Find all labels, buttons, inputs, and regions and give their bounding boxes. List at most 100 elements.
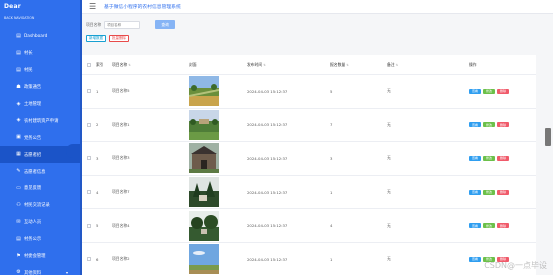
- sidebar-item[interactable]: ▤ 村民: [0, 62, 80, 79]
- sidebar-item[interactable]: ▣ 党务公告: [0, 129, 80, 146]
- row-actions: 查看 修改 删除: [469, 88, 536, 94]
- cell-image: [189, 143, 247, 174]
- edit-button[interactable]: 修改: [483, 88, 495, 94]
- top-header: ☰ 基于微信小程序的农村信息管理系统: [82, 0, 553, 14]
- sidebar-active-indicator: [66, 144, 80, 158]
- row-checkbox[interactable]: [87, 190, 91, 195]
- sort-icon[interactable]: ⇅: [346, 63, 349, 67]
- table-row[interactable]: 4 项目名称7 2024-04-03 15:12:37 1 无 查看 修改 删除: [82, 176, 536, 210]
- delete-button[interactable]: 删除: [497, 88, 509, 94]
- sidebar-item-label: 农村建筑资产申请: [24, 118, 59, 124]
- grid-icon: ▤: [16, 66, 21, 73]
- sidebar-item[interactable]: ▤ 村务公示: [0, 231, 80, 248]
- action-bar: 新增数据 批量删除: [86, 35, 129, 42]
- cell-index: 1: [96, 88, 99, 94]
- view-button[interactable]: 查看: [469, 223, 481, 229]
- query-button[interactable]: 查询: [155, 20, 176, 29]
- cell-note: 无: [387, 222, 391, 228]
- sidebar-item[interactable]: ◈ 农村建筑资产申请: [0, 112, 80, 129]
- delete-button[interactable]: 删除: [497, 122, 509, 128]
- cell-time: 2024-04-03 15:12:37: [247, 155, 288, 161]
- edit-button[interactable]: 修改: [483, 122, 495, 128]
- view-button[interactable]: 查看: [469, 256, 481, 262]
- mail-icon: ✉: [16, 218, 21, 225]
- sidebar-item-label: 党务公告: [24, 135, 42, 141]
- row-checkbox[interactable]: [87, 223, 91, 228]
- col-time[interactable]: 发布时间⇅: [247, 62, 330, 68]
- select-all-checkbox[interactable]: [87, 62, 91, 67]
- sidebar-item[interactable]: ✎ 志愿者信息: [0, 163, 80, 180]
- sidebar-item[interactable]: ⚇ 村民交流记录: [0, 197, 80, 214]
- delete-button[interactable]: 删除: [497, 189, 509, 195]
- cell-count: 1: [330, 256, 333, 262]
- app-window: Dear BACK NAVIGATION ▤ Dashboard ▤ 村长 ▤ 村民 ☗ 政策…: [0, 0, 553, 275]
- cell-time: 2024-04-03 15:12:37: [247, 223, 288, 229]
- cell-image: [189, 244, 247, 275]
- menu-toggle-icon[interactable]: ☰: [89, 2, 99, 12]
- col-note[interactable]: 备注⇅: [387, 62, 469, 68]
- sidebar-item[interactable]: ▤ Dashboard: [0, 28, 80, 45]
- data-table: 索引 项目名称⇅ 封面 发布时间⇅ 报名数量⇅ 备注⇅ 操作 1 项目名称5 202…: [82, 55, 536, 275]
- view-button[interactable]: 查看: [469, 155, 481, 161]
- delete-button[interactable]: 删除: [497, 155, 509, 161]
- col-count[interactable]: 报名数量⇅: [330, 62, 387, 68]
- row-actions: 查看 修改 删除: [469, 122, 536, 128]
- grid-icon: ▤: [16, 49, 21, 56]
- sort-icon[interactable]: ⇅: [128, 63, 131, 67]
- sidebar-item[interactable]: ⚑ 村委会管理: [0, 248, 80, 265]
- table-header: 索引 项目名称⇅ 封面 发布时间⇅ 报名数量⇅ 备注⇅ 操作: [82, 55, 536, 75]
- edit-button[interactable]: 修改: [483, 155, 495, 161]
- sort-icon[interactable]: ⇅: [396, 63, 399, 67]
- cell-index: 2: [96, 122, 99, 128]
- sidebar-item-label: 土地管理: [24, 102, 42, 107]
- sidebar-item[interactable]: ✉ 互动人员: [0, 214, 80, 231]
- add-button[interactable]: 新增数据: [86, 35, 106, 42]
- target-icon: ◈: [16, 117, 21, 124]
- view-button[interactable]: 查看: [469, 122, 481, 128]
- cell-image: [189, 177, 247, 208]
- sort-icon[interactable]: ⇅: [263, 63, 266, 67]
- table-row[interactable]: 5 项目名称4 2024-04-03 15:12:37 4 无 查看 修改 删除: [82, 209, 536, 243]
- delete-button[interactable]: 删除: [497, 223, 509, 229]
- sidebar-item[interactable]: ◈ 土地管理: [0, 96, 80, 113]
- table-row[interactable]: 2 项目名称1 2024-04-03 15:12:37 7 无 查看 修改 删除: [82, 109, 536, 143]
- cover-image: [189, 76, 219, 107]
- cell-index: 6: [96, 256, 99, 262]
- sidebar: Dear BACK NAVIGATION ▤ Dashboard ▤ 村长 ▤ 村民 ☗ 政策…: [0, 0, 80, 275]
- cell-image: [189, 109, 247, 140]
- sidebar-item-label: 互动人员: [24, 220, 42, 226]
- cell-time: 2024-04-03 15:12:37: [247, 256, 288, 262]
- view-button[interactable]: 查看: [469, 88, 481, 94]
- page-scrollbar[interactable]: [545, 128, 551, 146]
- gear-icon: ⚙: [16, 269, 21, 275]
- cell-note: 无: [387, 88, 391, 94]
- row-checkbox[interactable]: [87, 89, 91, 94]
- cell-time: 2024-04-03 15:12:37: [247, 189, 288, 195]
- flag-icon: ⚑: [16, 252, 21, 259]
- edit-button[interactable]: 修改: [483, 189, 495, 195]
- app-title: 基于微信小程序的农村信息管理系统: [104, 5, 181, 10]
- cell-note: 无: [387, 121, 391, 127]
- cell-index: 5: [96, 223, 99, 229]
- cell-name: 项目名称5: [112, 88, 130, 94]
- edit-button[interactable]: 修改: [483, 223, 495, 229]
- sidebar-item[interactable]: ⚙ 其他资料 ▾: [0, 264, 80, 275]
- col-name[interactable]: 项目名称⇅: [112, 62, 189, 68]
- view-button[interactable]: 查看: [469, 189, 481, 195]
- edit-icon: ✎: [16, 168, 21, 175]
- batch-delete-button[interactable]: 批量删除: [109, 35, 129, 42]
- cell-time: 2024-04-03 15:12:37: [247, 122, 288, 128]
- table-row[interactable]: 1 项目名称5 2024-04-03 15:12:37 5 无 查看 修改 删除: [82, 75, 536, 109]
- sidebar-item[interactable]: ▤ 村长: [0, 45, 80, 62]
- table-row[interactable]: 3 项目名称3 2024-04-03 15:12:37 3 无 查看 修改 删除: [82, 142, 536, 176]
- table-row[interactable]: 6 项目名称2 2024-04-03 15:12:37 1 无查看 修改 删除: [82, 243, 536, 275]
- sidebar-item[interactable]: ▭ 意见反馈: [0, 180, 80, 197]
- sidebar-item[interactable]: ☗ 政策通告: [0, 79, 80, 96]
- cell-name: 项目名称1: [112, 121, 130, 127]
- chevron-down-icon: ▾: [65, 270, 68, 275]
- row-checkbox[interactable]: [87, 156, 91, 161]
- search-input[interactable]: [104, 20, 141, 29]
- cover-image: [189, 109, 219, 140]
- row-checkbox[interactable]: [87, 257, 91, 262]
- row-checkbox[interactable]: [87, 122, 91, 127]
